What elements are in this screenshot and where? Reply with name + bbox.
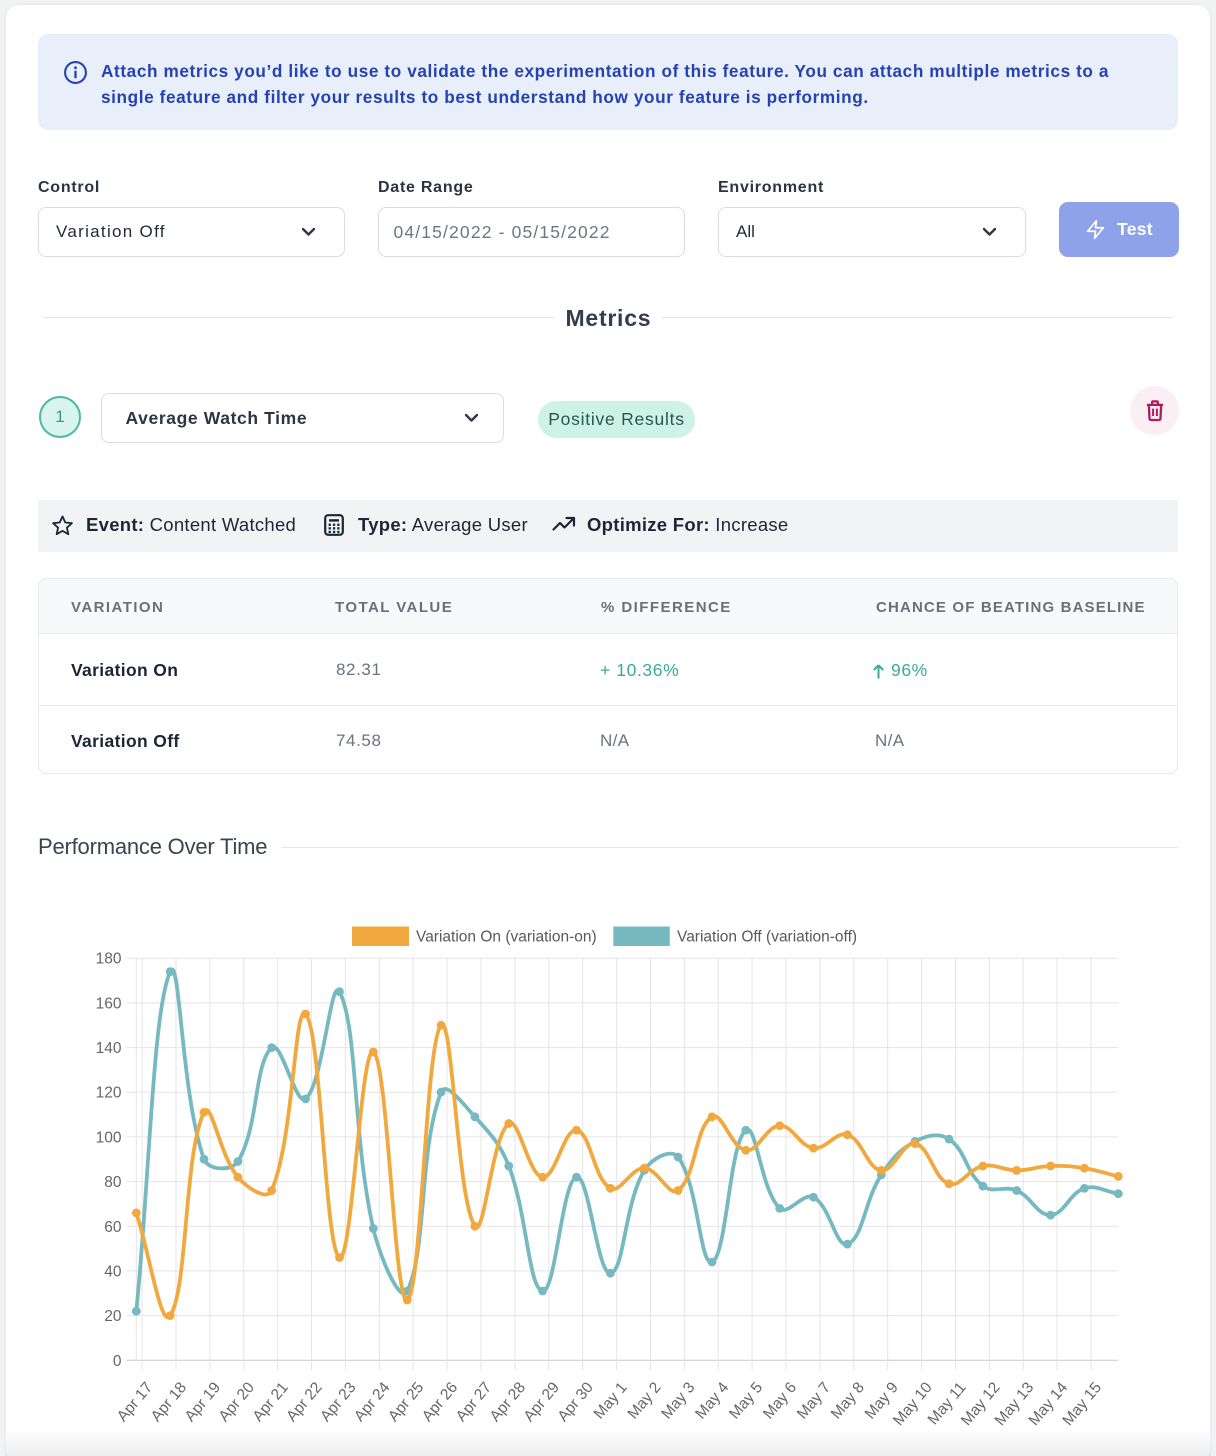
svg-text:180: 180 — [96, 951, 122, 968]
svg-text:Variation Off (variation-off): Variation Off (variation-off) — [677, 929, 857, 946]
svg-text:60: 60 — [104, 1219, 122, 1236]
svg-text:80: 80 — [104, 1174, 122, 1191]
svg-text:40: 40 — [104, 1263, 122, 1280]
svg-text:Apr 26: Apr 26 — [419, 1379, 461, 1425]
svg-text:Apr 29: Apr 29 — [521, 1379, 563, 1425]
svg-text:Apr 27: Apr 27 — [453, 1379, 495, 1425]
svg-text:100: 100 — [96, 1129, 122, 1146]
svg-text:May 3: May 3 — [658, 1379, 698, 1422]
svg-text:120: 120 — [96, 1085, 122, 1102]
svg-text:140: 140 — [96, 1040, 122, 1057]
svg-text:May 2: May 2 — [625, 1379, 665, 1422]
svg-text:0: 0 — [113, 1353, 122, 1370]
svg-text:Apr 25: Apr 25 — [385, 1379, 427, 1425]
svg-text:Apr 21: Apr 21 — [249, 1379, 291, 1425]
svg-text:Apr 30: Apr 30 — [554, 1379, 597, 1425]
svg-text:Apr 28: Apr 28 — [487, 1379, 529, 1425]
svg-text:May 6: May 6 — [760, 1379, 800, 1422]
svg-text:May 4: May 4 — [692, 1379, 732, 1423]
svg-text:May 5: May 5 — [726, 1379, 766, 1422]
svg-text:Apr 22: Apr 22 — [283, 1379, 325, 1425]
svg-text:Apr 17: Apr 17 — [114, 1379, 156, 1425]
svg-text:Apr 19: Apr 19 — [182, 1379, 224, 1425]
svg-text:160: 160 — [96, 995, 122, 1012]
svg-text:May 7: May 7 — [794, 1379, 834, 1422]
svg-text:Variation On (variation-on): Variation On (variation-on) — [416, 929, 597, 946]
svg-text:Apr 23: Apr 23 — [317, 1379, 359, 1425]
svg-text:May 8: May 8 — [828, 1379, 868, 1422]
svg-text:20: 20 — [104, 1308, 122, 1325]
svg-text:May 1: May 1 — [591, 1379, 631, 1422]
svg-text:Apr 18: Apr 18 — [148, 1379, 190, 1425]
svg-text:Apr 24: Apr 24 — [351, 1379, 394, 1425]
svg-text:Apr 20: Apr 20 — [216, 1379, 259, 1425]
